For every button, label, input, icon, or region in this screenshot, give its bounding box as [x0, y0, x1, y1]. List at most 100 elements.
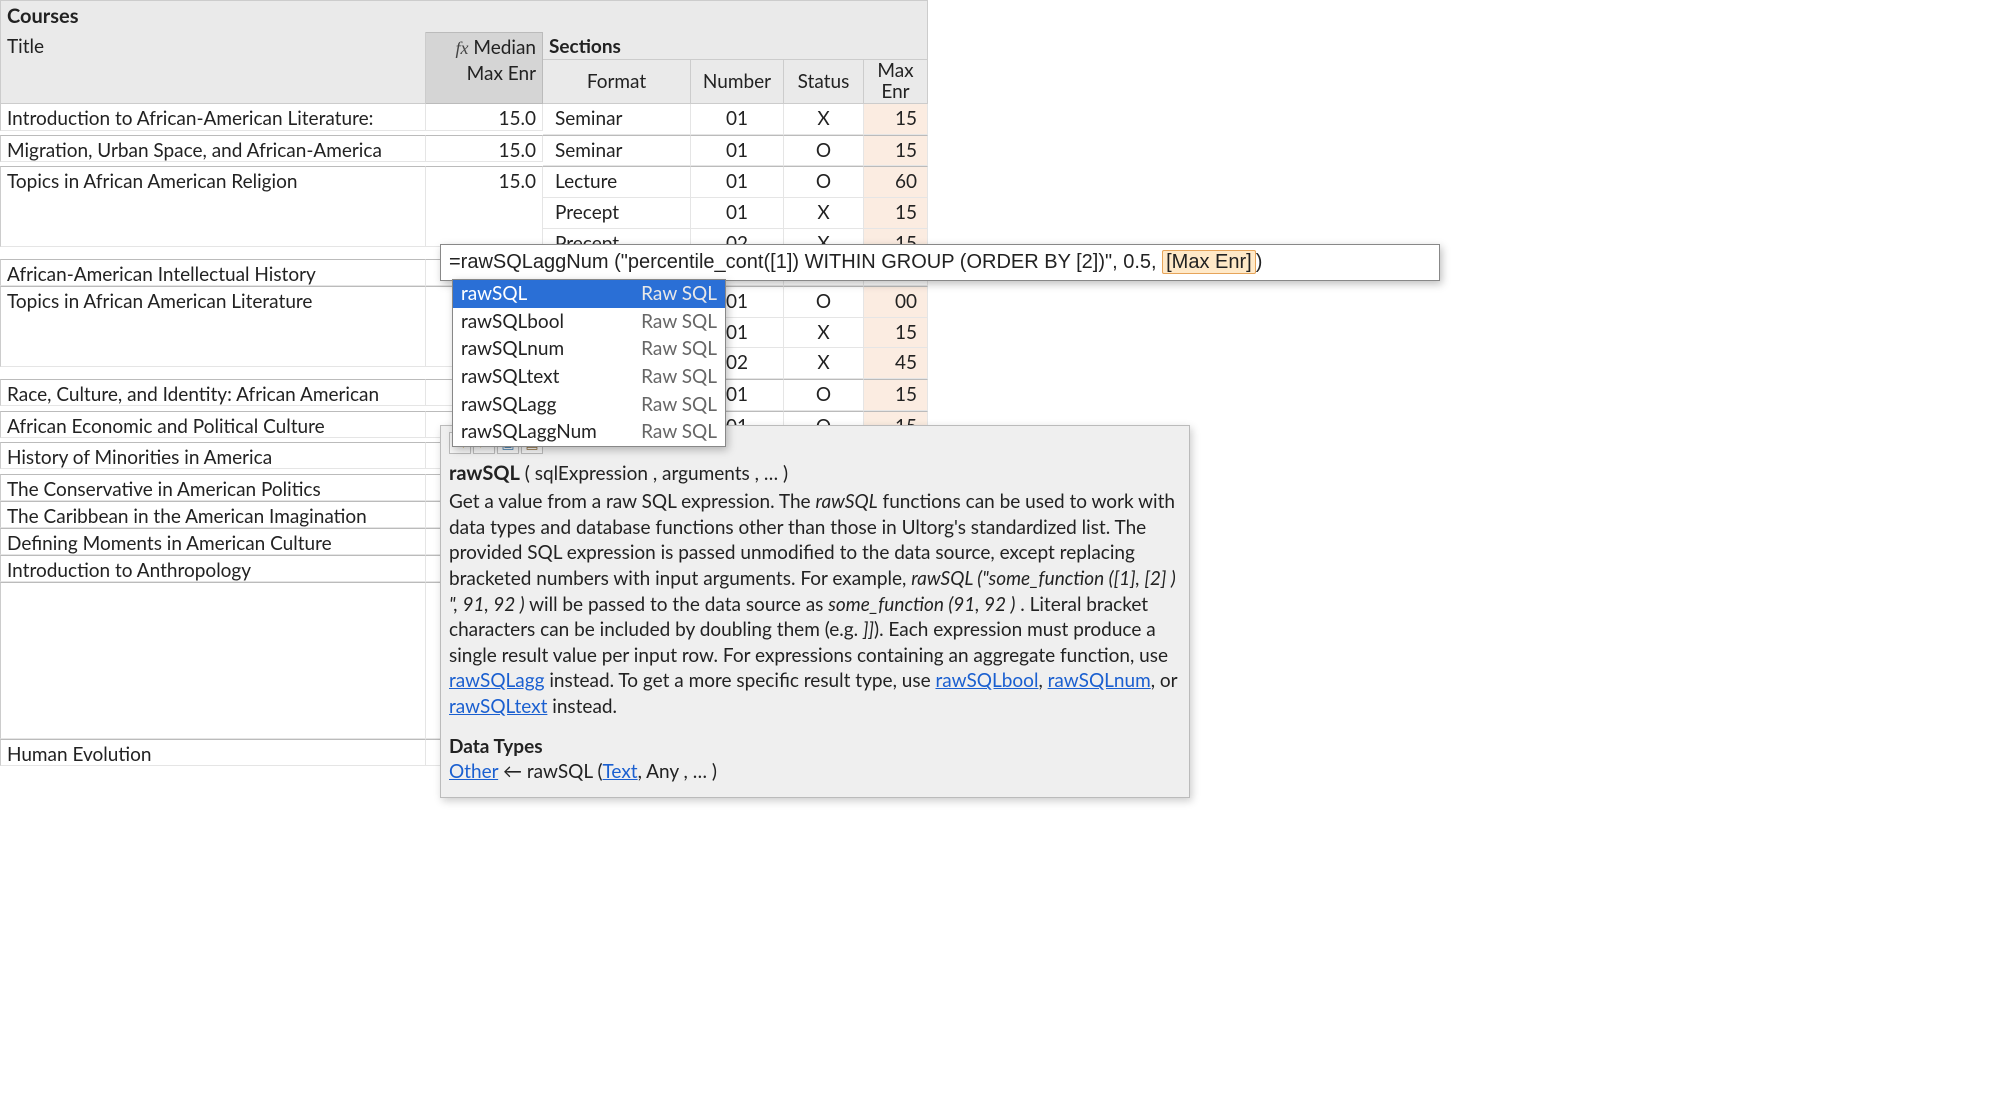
autocomplete-item-category: Raw SQL [641, 309, 717, 335]
course-title-cell[interactable]: The Conservative in American Politics [0, 474, 426, 501]
course-title-cell[interactable]: African-American Intellectual History [0, 259, 426, 286]
course-title-cell[interactable] [0, 582, 426, 739]
autocomplete-item-category: Raw SQL [641, 419, 717, 445]
course-title-cell[interactable]: Defining Moments in American Culture [0, 528, 426, 555]
help-link-rawsqlbool[interactable]: rawSQLbool [935, 669, 1038, 692]
formula-editor[interactable]: =rawSQLaggNum ("percentile_cont([1]) WIT… [440, 244, 1440, 281]
help-datatypes-title: Data Types [449, 734, 1181, 760]
autocomplete-item[interactable]: rawSQLbool Raw SQL [453, 308, 725, 336]
autocomplete-item-category: Raw SQL [641, 364, 717, 390]
section-status[interactable]: O [784, 379, 864, 411]
section-status[interactable]: X [784, 104, 864, 135]
autocomplete-item-name: rawSQLtext [461, 364, 559, 390]
section-status[interactable]: X [784, 348, 864, 379]
autocomplete-item-name: rawSQLbool [461, 309, 564, 335]
median-sublabel: Max Enr [467, 61, 536, 87]
table-title-courses: Courses [0, 0, 928, 32]
section-max-enr[interactable]: 15 [864, 318, 928, 349]
help-link-text[interactable]: Text [603, 760, 638, 783]
course-title-cell[interactable]: The Caribbean in the American Imaginatio… [0, 501, 426, 528]
course-title-cell[interactable]: African Economic and Political Culture [0, 411, 426, 438]
course-title-cell[interactable]: Human Evolution [0, 739, 426, 766]
help-link-rawsqlnum[interactable]: rawSQLnum [1048, 669, 1151, 692]
section-status[interactable]: O [784, 135, 864, 167]
section-status[interactable]: O [784, 286, 864, 318]
section-status[interactable]: X [784, 198, 864, 229]
section-row: Lecture01O60 [543, 166, 928, 198]
autocomplete-item-category: Raw SQL [641, 392, 717, 418]
help-link-rawsqlagg[interactable]: rawSQLagg [449, 669, 544, 692]
section-number[interactable]: 01 [691, 166, 784, 198]
sections-stack: Seminar01X15 [543, 104, 928, 135]
course-title-cell[interactable]: Topics in African American Literature [0, 286, 426, 367]
col-header-median[interactable]: fx Median Max Enr [426, 32, 543, 104]
help-example: some_function (91, 92 ) [828, 593, 1015, 616]
section-max-enr[interactable]: 15 [864, 104, 928, 135]
help-text: , Any , … ) [638, 760, 717, 783]
formula-text-suffix: ) [1256, 251, 1263, 273]
course-title-cell[interactable]: History of Minorities in America [0, 442, 426, 469]
section-format[interactable]: Lecture [543, 166, 691, 198]
median-cell[interactable]: 15.0 [426, 104, 543, 131]
course-title-cell[interactable]: Introduction to African-American Literat… [0, 104, 426, 131]
section-status[interactable]: X [784, 318, 864, 349]
section-number[interactable]: 01 [691, 104, 784, 135]
median-cell[interactable]: 15.0 [426, 135, 543, 162]
section-max-enr[interactable]: 15 [864, 198, 928, 229]
section-row: Seminar01X15 [543, 104, 928, 135]
help-text: ← rawSQL ( [498, 760, 602, 783]
col-header-sections[interactable]: Sections [543, 32, 928, 60]
autocomplete-item-category: Raw SQL [641, 281, 717, 307]
col-header-max-enr[interactable]: Max Enr [864, 60, 928, 104]
function-help-panel: rawSQL ( sqlExpression , arguments , … )… [440, 425, 1190, 798]
median-cell[interactable]: 15.0 [426, 166, 543, 247]
course-title-cell[interactable]: Migration, Urban Space, and African-Amer… [0, 135, 426, 162]
help-link-rawsqltext[interactable]: rawSQLtext [449, 695, 547, 718]
autocomplete-dropdown[interactable]: rawSQL Raw SQL rawSQLbool Raw SQL rawSQLnum R… [452, 279, 726, 447]
course-title-cell[interactable]: Race, Culture, and Identity: African Ame… [0, 379, 426, 406]
help-body: Get a value from a raw SQL expression. T… [449, 489, 1181, 720]
autocomplete-item[interactable]: rawSQLagg Raw SQL [453, 391, 725, 419]
section-max-enr[interactable]: 45 [864, 348, 928, 379]
autocomplete-item-name: rawSQLagg [461, 392, 556, 418]
course-row: Introduction to African-American Literat… [0, 104, 928, 135]
section-row: Precept01X15 [543, 198, 928, 229]
help-text: , [1038, 669, 1047, 692]
section-max-enr[interactable]: 15 [864, 135, 928, 167]
course-title-cell[interactable]: Introduction to Anthropology [0, 555, 426, 582]
col-header-status[interactable]: Status [784, 60, 864, 104]
sections-stack: Seminar01O15 [543, 135, 928, 167]
help-text: instead. [547, 695, 617, 718]
section-format[interactable]: Seminar [543, 135, 691, 167]
section-max-enr[interactable]: 15 [864, 379, 928, 411]
section-max-enr[interactable]: 60 [864, 166, 928, 198]
fx-icon: fx [456, 38, 469, 58]
section-number[interactable]: 01 [691, 135, 784, 167]
autocomplete-item[interactable]: rawSQLnum Raw SQL [453, 335, 725, 363]
course-title-cell[interactable]: Topics in African American Religion [0, 166, 426, 247]
autocomplete-item-name: rawSQLnum [461, 336, 564, 362]
help-text-em: rawSQL [815, 490, 877, 513]
autocomplete-item-name: rawSQL [461, 281, 527, 307]
help-signature: rawSQL ( sqlExpression , arguments , … ) [449, 460, 1181, 487]
help-text: Get a value from a raw SQL expression. T… [449, 490, 815, 513]
help-text: instead. To get a more specific result t… [544, 669, 935, 692]
section-number[interactable]: 01 [691, 198, 784, 229]
help-fn-args: ( sqlExpression , arguments , … ) [520, 462, 788, 485]
help-link-other[interactable]: Other [449, 760, 498, 783]
col-header-format[interactable]: Format [543, 60, 691, 104]
autocomplete-item[interactable]: rawSQLaggNum Raw SQL [453, 418, 725, 446]
autocomplete-item-name: rawSQLaggNum [461, 419, 597, 445]
col-header-number[interactable]: Number [691, 60, 784, 104]
col-header-title[interactable]: Title [0, 32, 426, 104]
section-max-enr[interactable]: 00 [864, 286, 928, 318]
autocomplete-item-category: Raw SQL [641, 336, 717, 362]
autocomplete-item[interactable]: rawSQL Raw SQL [453, 280, 725, 308]
section-format[interactable]: Precept [543, 198, 691, 229]
section-status[interactable]: O [784, 166, 864, 198]
median-label: Median [473, 36, 536, 59]
autocomplete-item[interactable]: rawSQLtext Raw SQL [453, 363, 725, 391]
formula-column-ref[interactable]: [Max Enr] [1162, 250, 1256, 274]
section-format[interactable]: Seminar [543, 104, 691, 135]
help-text: will be passed to the data source as [525, 593, 829, 616]
